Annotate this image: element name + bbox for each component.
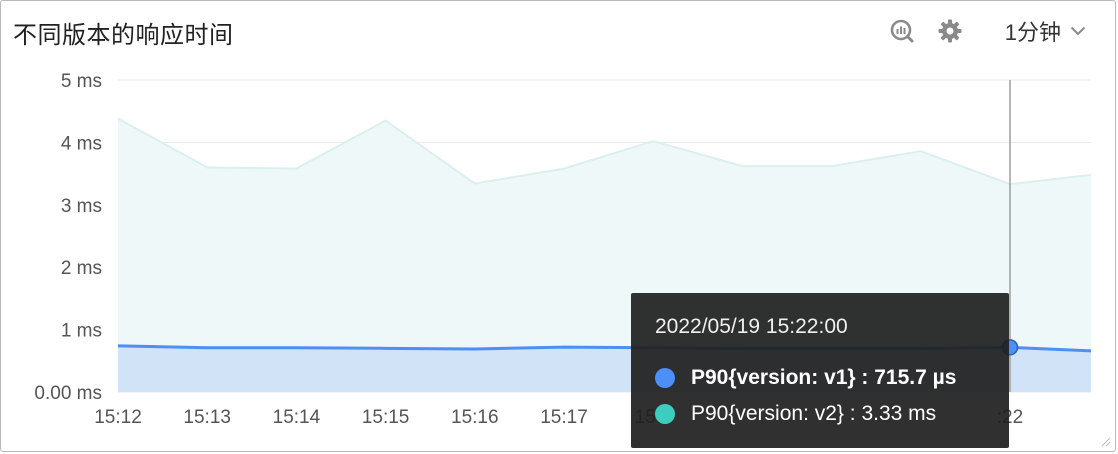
x-tick-label: 15:17	[540, 407, 588, 428]
tooltip-row-v2: P90{version: v2} : 3.33 ms	[655, 402, 936, 426]
tooltip-row-v2-text: P90{version: v2} : 3.33 ms	[691, 402, 937, 425]
y-tick-label: 5 ms	[61, 71, 102, 92]
chart-panel: 不同版本的响应时间 1分钟 0.00 ms 1 ms 2 ms 3 ms 4 m…	[0, 0, 1116, 452]
x-tick-label: 15:13	[183, 407, 231, 428]
x-tick-label: 15:14	[273, 407, 321, 428]
series-v1-color-dot	[655, 368, 675, 388]
y-tick-label: 1 ms	[61, 321, 102, 342]
chart-tooltip: 2022/05/19 15:22:00 P90{version: v1} : 7…	[631, 293, 1009, 448]
x-tick-label: 15:15	[362, 407, 410, 428]
x-tick-label: 15:16	[451, 407, 499, 428]
tooltip-time: 2022/05/19 15:22:00	[655, 315, 848, 338]
series-v2-color-dot	[655, 404, 675, 424]
y-tick-label: 3 ms	[61, 196, 102, 217]
y-tick-label: 4 ms	[61, 133, 102, 154]
y-tick-label: 0.00 ms	[34, 383, 102, 404]
tooltip-row-v1-text: P90{version: v1} : 715.7 µs	[691, 366, 957, 389]
y-tick-label: 2 ms	[61, 258, 102, 279]
resize-handle-icon[interactable]	[1101, 437, 1111, 447]
tooltip-row-v1: P90{version: v1} : 715.7 µs	[655, 366, 956, 390]
x-tick-label: 15:12	[94, 407, 142, 428]
